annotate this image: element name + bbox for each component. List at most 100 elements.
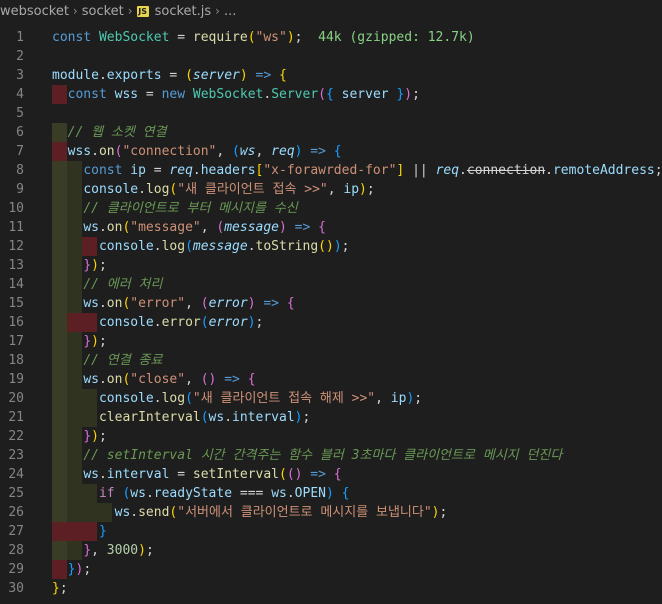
code-line[interactable]: 16 console.error(error); [0, 313, 662, 332]
token: ) [279, 220, 287, 235]
token: , [91, 543, 107, 558]
token: ; [366, 182, 375, 197]
code-line[interactable]: 28 }, 3000); [0, 541, 662, 560]
code-line[interactable]: 21 clearInterval(ws.interval); [0, 408, 662, 427]
code-line[interactable]: 4 const wss = new WebSocket.Server({ ser… [0, 85, 662, 104]
token: . [247, 239, 256, 254]
line-number: 14 [8, 277, 24, 292]
code-line[interactable]: 3 module.exports = (server) => { [0, 66, 662, 85]
code-line[interactable]: 18 // 연결 종료 [0, 351, 662, 370]
code-line[interactable]: 29 }); [0, 560, 662, 579]
line-number: 7 [16, 144, 24, 159]
token: ; [439, 505, 448, 520]
token: toString [255, 239, 319, 254]
line-text: // 에러 처리 [52, 275, 162, 294]
code-line[interactable]: 2 [0, 47, 662, 66]
token: ws [271, 486, 287, 501]
token: console [98, 239, 154, 254]
code-line[interactable]: 11 ws.on("message", (message) => { [0, 218, 662, 237]
line-text: // 연결 종료 [52, 351, 162, 370]
token: { [333, 144, 342, 159]
code-line[interactable]: 6 // 웹 소켓 연결 [0, 123, 662, 142]
token: ( [200, 410, 209, 425]
token: => [216, 372, 240, 387]
code-line[interactable]: 27 } [0, 522, 662, 541]
token: ( [185, 239, 193, 254]
code-line[interactable]: 25 if (ws.readyState === ws.OPEN) { [0, 484, 662, 503]
code-line[interactable]: 9 console.log("새 클라이언트 접속 >>", ip); [0, 180, 662, 199]
line-text: }, 3000); [52, 541, 153, 560]
line-number: 9 [16, 182, 24, 197]
code-line[interactable]: 12 console.log(message.toString()); [0, 237, 662, 256]
code-line[interactable]: 7 wss.on("connection", (ws, req) => { [0, 142, 662, 161]
token: => [255, 296, 280, 311]
code-editor[interactable]: 1 const WebSocket = require("ws"); 44k (g… [0, 28, 662, 598]
code-line[interactable]: 22 }); [0, 427, 662, 446]
code-line[interactable]: 20 console.log("새 클라이언트 접속 해제 >>", ip); [0, 389, 662, 408]
line-text: const WebSocket = require("ws"); 44k (gz… [52, 28, 475, 47]
code-line[interactable]: 23 // setInterval 시간 간격주는 함수 블러 3초마다 클라이… [0, 446, 662, 465]
token: . [98, 372, 107, 387]
code-line[interactable]: 10 // 클라이언트로 부터 메시지를 수신 [0, 199, 662, 218]
line-text: const ip = req.headers["x-forawrded-for"… [52, 161, 662, 180]
token: module [52, 68, 99, 83]
token: . [98, 296, 107, 311]
token: ; [302, 410, 311, 425]
breadcrumb-file-socket-js[interactable]: socket.js [155, 4, 212, 19]
code-line[interactable]: 5 [0, 104, 662, 123]
token: , [185, 372, 201, 387]
breadcrumb-folder-socket[interactable]: socket [82, 4, 124, 19]
token: ; [83, 562, 92, 577]
line-text: }); [52, 427, 106, 446]
code-line[interactable]: 19 ws.on("close", () => { [0, 370, 662, 389]
token: ; [98, 334, 107, 349]
code-line[interactable]: 30}; [0, 579, 662, 598]
token: "error" [130, 296, 186, 311]
token: exports [106, 68, 162, 83]
line-number: 10 [8, 201, 24, 216]
token: , [216, 144, 233, 159]
code-line[interactable]: 1 const WebSocket = require("ws"); 44k (g… [0, 28, 662, 47]
token: ) [333, 239, 342, 254]
token: ; [654, 163, 662, 178]
code-line[interactable]: 8 const ip = req.headers["x-forawrded-fo… [0, 161, 662, 180]
token: ws [83, 467, 99, 482]
chevron-right-icon: › [127, 4, 133, 18]
token: "ws" [255, 30, 287, 45]
token: // 에러 처리 [83, 277, 163, 292]
token: log [145, 182, 170, 197]
token: log [161, 239, 186, 254]
token: send [138, 505, 170, 520]
code-line[interactable]: 15 ws.on("error", (error) => { [0, 294, 662, 313]
code-line[interactable]: 26 ws.send("서버에서 클라이언트로 메시지를 보냅니다"); [0, 503, 662, 522]
breadcrumb-folder-websocket[interactable]: websocket [0, 4, 69, 19]
code-line[interactable]: 13 }); [0, 256, 662, 275]
code-line[interactable]: 24 ws.interval = setInterval(() => { [0, 465, 662, 484]
token: ; [255, 315, 264, 330]
chevron-right-icon: › [215, 4, 220, 18]
token: wss [67, 144, 92, 159]
token: . [138, 182, 146, 197]
token: on [98, 144, 115, 159]
line-number: 6 [16, 125, 24, 140]
token: } [83, 429, 92, 444]
line-number: 3 [16, 68, 24, 83]
line-number: 17 [8, 334, 24, 349]
token: ws [83, 372, 99, 387]
token: => [286, 220, 311, 235]
line-number: 23 [8, 448, 24, 463]
token: } [52, 581, 60, 596]
line-text: clearInterval(ws.interval); [52, 408, 310, 427]
code-line[interactable]: 14 // 에러 처리 [0, 275, 662, 294]
token: = [145, 163, 170, 178]
token: 44k (gzipped: 12.7k) [302, 30, 475, 45]
code-line[interactable]: 17 }); [0, 332, 662, 351]
breadcrumb-symbol-more[interactable]: ... [224, 4, 236, 19]
token: ; [59, 581, 68, 596]
